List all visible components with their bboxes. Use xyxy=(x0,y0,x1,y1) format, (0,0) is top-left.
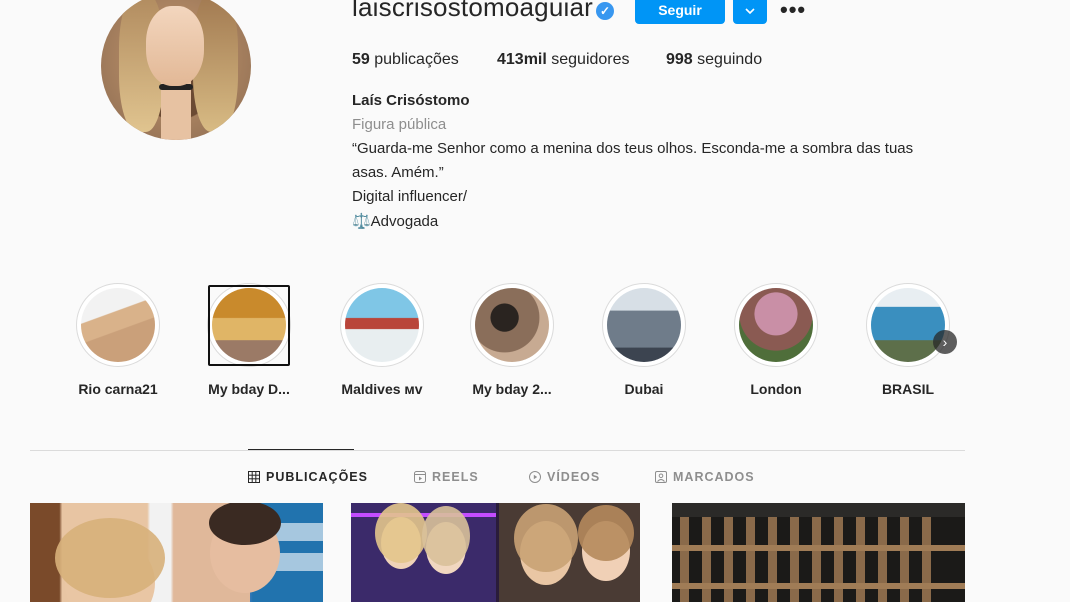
highlight-label: BRASIL xyxy=(881,381,935,397)
post-thumbnail[interactable] xyxy=(672,503,965,602)
highlight-label: My bday 2... xyxy=(472,381,552,397)
post-image-decor xyxy=(55,503,323,602)
highlight-dubai[interactable]: Dubai xyxy=(574,283,714,397)
tab-label: REELS xyxy=(432,470,479,484)
post-thumbnail[interactable] xyxy=(351,503,640,602)
tab-label: MARCADOS xyxy=(673,470,755,484)
posts-stat: 59 publicações xyxy=(352,51,459,69)
tab-marcados[interactable]: MARCADOS xyxy=(655,470,755,484)
tab-label: VÍDEOS xyxy=(547,470,601,484)
follow-button[interactable]: Seguir xyxy=(635,0,725,24)
followers-label: seguidores xyxy=(546,51,630,68)
tab-videos[interactable]: VÍDEOS xyxy=(529,470,600,484)
post-image-decor xyxy=(672,503,965,602)
tab-label: PUBLICAÇÕES xyxy=(266,470,368,484)
chevron-right-icon[interactable]: › xyxy=(933,330,957,354)
highlight-focus-outline xyxy=(208,285,290,366)
bio-line: asas. Amém.” xyxy=(352,164,444,181)
highlight-maldives[interactable]: Maldives ᴍᴠ xyxy=(312,283,452,397)
bio-line: ⚖️Advogada xyxy=(352,213,439,230)
highlight-label: Rio carna21 xyxy=(78,381,158,397)
followers-stat[interactable]: 413mil seguidores xyxy=(497,51,630,69)
highlight-rio-carna21[interactable]: Rio carna21 xyxy=(48,283,188,397)
tab-publicacoes[interactable]: PUBLICAÇÕES xyxy=(248,470,368,484)
post-thumbnail[interactable] xyxy=(30,503,323,602)
profile-username: laiscrisostomoaguiar xyxy=(352,0,593,22)
verified-badge-icon: ✓ xyxy=(596,2,614,20)
following-label: seguindo xyxy=(692,51,763,68)
highlight-my-bday-2[interactable]: My bday 2... xyxy=(442,283,582,397)
highlight-label: Maldives ᴍᴠ xyxy=(341,381,423,397)
tabs-divider xyxy=(30,450,965,451)
play-icon xyxy=(529,471,541,483)
bio-line: “Guarda-me Senhor como a menina dos teus… xyxy=(352,140,914,157)
grid-icon xyxy=(248,471,260,483)
reels-icon xyxy=(414,471,426,483)
tab-reels[interactable]: REELS xyxy=(414,470,479,484)
profile-category: Figura pública xyxy=(352,116,447,133)
bio-line: Digital influencer/ xyxy=(352,188,468,205)
suggestions-dropdown-button[interactable] xyxy=(733,0,767,24)
chevron-down-icon xyxy=(745,8,755,15)
profile-avatar[interactable] xyxy=(101,0,251,140)
highlight-label: My bday D... xyxy=(208,381,290,397)
tagged-icon xyxy=(655,471,667,483)
following-stat[interactable]: 998 seguindo xyxy=(666,51,762,69)
more-options-icon[interactable]: ••• xyxy=(780,0,806,24)
following-count: 998 xyxy=(666,51,693,68)
highlight-label: Dubai xyxy=(624,381,664,397)
highlight-label: London xyxy=(750,381,802,397)
followers-count: 413mil xyxy=(497,51,547,68)
highlight-brasil[interactable]: BRASIL xyxy=(838,283,978,397)
highlight-london[interactable]: London xyxy=(706,283,846,397)
posts-count: 59 xyxy=(352,51,370,68)
profile-full-name: Laís Crisóstomo xyxy=(352,92,470,109)
active-tab-indicator xyxy=(248,449,354,450)
posts-label: publicações xyxy=(369,51,459,68)
post-image-decor xyxy=(351,503,640,602)
